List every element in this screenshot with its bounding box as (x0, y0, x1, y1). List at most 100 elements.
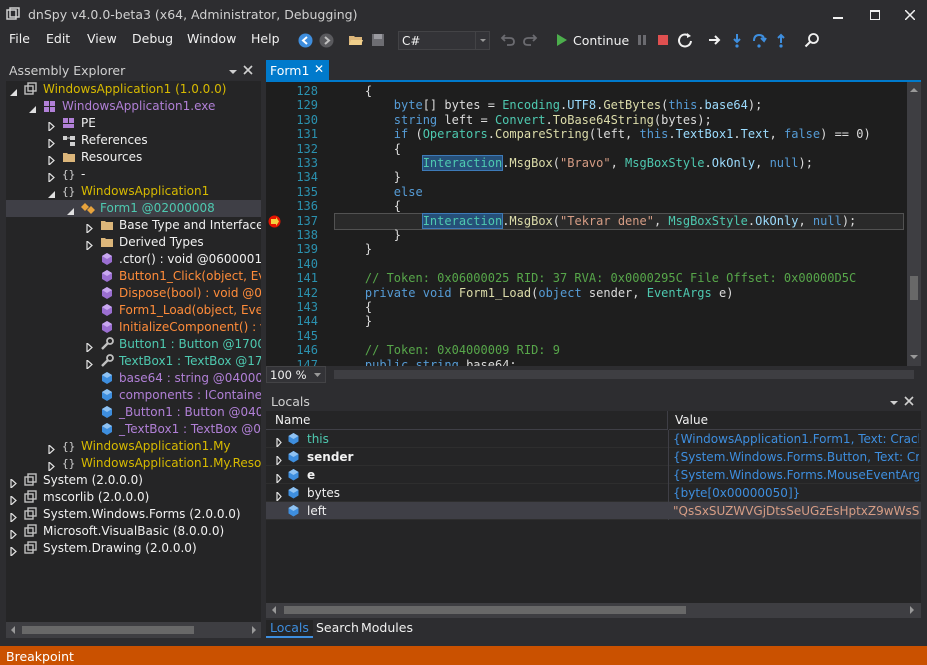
panel-menu-button[interactable] (228, 65, 238, 79)
zoom-select[interactable]: 100 % (266, 366, 326, 383)
locals-menu-button[interactable] (889, 396, 899, 410)
collapsed-arrow-icon[interactable] (48, 459, 56, 473)
tree-item[interactable]: Form1 @02000008 (6, 200, 261, 217)
tree-item[interactable]: Resources (6, 149, 261, 167)
code-line[interactable]: { (336, 142, 401, 156)
tree-item[interactable]: .ctor() : void @0600001D (6, 251, 261, 268)
code-line[interactable]: } (336, 170, 401, 184)
tree-item[interactable]: Button1_Click(object, Event (6, 268, 261, 285)
assembly-explorer-close-button[interactable] (243, 64, 253, 78)
collapsed-arrow-icon[interactable] (86, 221, 94, 235)
locals-row[interactable]: left "QsSxSUZWVGjDtsSeUGzEsHptxZ9wWsSfWkv… (266, 502, 921, 520)
locals-row[interactable]: bytes {byte[0x00000050]} (266, 484, 921, 503)
menu-edit[interactable]: Edit (46, 31, 70, 46)
code-line[interactable]: // Token: 0x06000025 RID: 37 RVA: 0x0000… (336, 271, 856, 285)
collapsed-arrow-icon[interactable] (86, 357, 94, 371)
tree-item[interactable]: {} WindowsApplication1.My.Resour (6, 455, 261, 473)
collapsed-arrow-icon[interactable] (86, 238, 94, 252)
code-line[interactable]: string left = Convert.ToBase64String(byt… (336, 113, 712, 127)
scroll-up-icon[interactable] (910, 86, 918, 94)
tree-item[interactable]: Form1_Load(object, Event (6, 302, 261, 319)
close-button[interactable] (894, 0, 926, 29)
locals-hscrollbar[interactable] (266, 603, 921, 618)
code-line[interactable]: // Token: 0x04000009 RID: 9 (336, 343, 560, 357)
code-line[interactable]: } (336, 314, 372, 328)
tree-item[interactable]: System (2.0.0.0) (6, 472, 261, 490)
collapsed-arrow-icon[interactable] (10, 544, 18, 558)
expanded-arrow-icon[interactable] (48, 187, 56, 198)
continue-button[interactable] (553, 32, 569, 48)
menu-file[interactable]: File (9, 31, 30, 46)
locals-close-button[interactable] (904, 395, 914, 409)
scroll-left-icon[interactable] (9, 626, 17, 634)
collapsed-arrow-icon[interactable] (48, 153, 56, 167)
hscroll-thumb[interactable] (22, 626, 194, 634)
undo-button[interactable] (500, 32, 516, 48)
tree-item[interactable]: Button1 : Button @170000 (6, 336, 261, 354)
continue-label[interactable]: Continue (573, 33, 629, 48)
redo-button[interactable] (522, 32, 538, 48)
collapsed-arrow-icon[interactable] (48, 136, 56, 150)
collapsed-arrow-icon[interactable] (48, 170, 56, 184)
scroll-right-icon[interactable] (908, 606, 916, 614)
scroll-down-icon[interactable] (910, 353, 918, 361)
column-header-value[interactable]: Value (669, 411, 921, 430)
tree-item[interactable]: mscorlib (2.0.0.0) (6, 489, 261, 507)
menu-debug[interactable]: Debug (132, 31, 173, 46)
scroll-left-icon[interactable] (270, 606, 278, 614)
tab-modules[interactable]: Modules (361, 620, 413, 635)
restart-button[interactable] (677, 32, 693, 48)
expanded-arrow-icon[interactable] (29, 102, 37, 113)
code-line[interactable]: byte[] bytes = Encoding.UTF8.GetBytes(th… (336, 98, 763, 112)
tree-item[interactable]: {} WindowsApplication1.My (6, 438, 261, 456)
tree-item[interactable]: Dispose(bool) : void @060 (6, 285, 261, 302)
collapsed-arrow-icon[interactable] (48, 442, 56, 456)
vscroll-thumb[interactable] (910, 276, 918, 300)
locals-row[interactable]: sender {System.Windows.Forms.Button, Text… (266, 448, 921, 467)
maximize-button[interactable] (859, 0, 891, 29)
code-line[interactable]: { (336, 300, 372, 314)
step-into-button[interactable] (729, 32, 745, 48)
code-line[interactable]: { (336, 84, 372, 98)
menu-window[interactable]: Window (187, 31, 236, 46)
assembly-tree-hscrollbar[interactable] (6, 622, 261, 638)
language-select[interactable]: C# (398, 31, 490, 50)
tree-item[interactable]: InitializeComponent() : voi (6, 319, 261, 336)
tree-item[interactable]: components : IContainer @ (6, 387, 261, 404)
code-line[interactable]: { (336, 199, 401, 213)
tree-item[interactable]: PE (6, 115, 261, 133)
locals-row[interactable]: this {WindowsApplication1.Form1, Text: Cr… (266, 430, 921, 449)
search-button[interactable] (804, 32, 820, 48)
close-tab-icon[interactable]: ✕ (314, 62, 324, 76)
editor-vscrollbar[interactable] (907, 82, 921, 366)
save-button[interactable] (370, 32, 386, 48)
back-button[interactable] (297, 32, 313, 48)
expanded-arrow-icon[interactable] (67, 204, 75, 215)
collapsed-arrow-icon[interactable] (10, 510, 18, 524)
collapsed-arrow-icon[interactable] (10, 493, 18, 507)
expanded-arrow-icon[interactable] (10, 85, 18, 96)
open-button[interactable] (348, 32, 364, 48)
collapsed-arrow-icon[interactable] (10, 476, 18, 490)
minimize-button[interactable] (822, 0, 854, 29)
tree-item[interactable]: {} WindowsApplication1 (6, 183, 261, 200)
scroll-right-icon[interactable] (250, 626, 258, 634)
forward-button[interactable] (318, 32, 334, 48)
tree-item[interactable]: References (6, 132, 261, 150)
code-line[interactable]: } (336, 228, 401, 242)
editor-hscrollbar[interactable] (334, 370, 914, 379)
collapsed-arrow-icon[interactable] (86, 340, 94, 354)
stop-button[interactable] (655, 32, 671, 48)
tree-item[interactable]: System.Drawing (2.0.0.0) (6, 540, 261, 558)
collapsed-arrow-icon[interactable] (10, 527, 18, 541)
tree-item[interactable]: _Button1 : Button @04000 (6, 404, 261, 421)
tab-locals[interactable]: Locals (266, 620, 313, 638)
code-line[interactable]: public string base64; (336, 358, 517, 366)
menu-help[interactable]: Help (251, 31, 280, 46)
code-editor[interactable]: 128 {129 byte[] bytes = Encoding.UTF8.Ge… (266, 82, 907, 366)
tree-item[interactable]: _TextBox1 : TextBox @0400 (6, 421, 261, 438)
tree-item[interactable]: System.Windows.Forms (2.0.0.0) (6, 506, 261, 524)
code-line[interactable]: Interaction.MsgBox("Tekrar dene", MsgBox… (336, 212, 856, 229)
step-over-button[interactable] (751, 32, 767, 48)
tree-item[interactable]: Base Type and Interfaces (6, 217, 261, 235)
